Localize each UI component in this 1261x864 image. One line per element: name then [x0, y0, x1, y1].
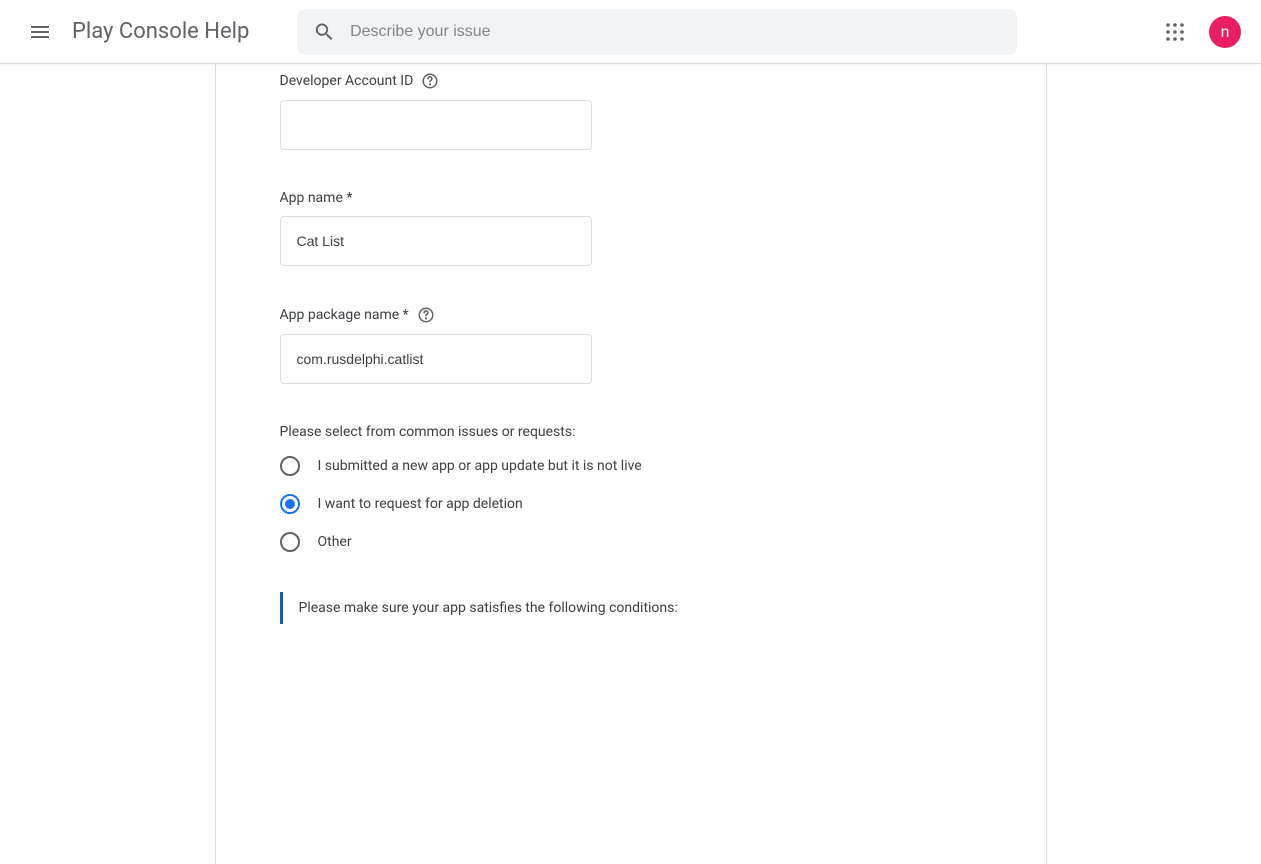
radio-label: I want to request for app deletion: [318, 496, 523, 512]
app-name-input[interactable]: [280, 216, 592, 266]
radio-icon: [280, 532, 300, 552]
app-package-name-help[interactable]: [417, 306, 435, 324]
issue-radio-option-0[interactable]: I submitted a new app or app update but …: [280, 456, 982, 476]
radio-icon: [280, 456, 300, 476]
app-name-label: App name *: [280, 190, 353, 206]
radio-label: Other: [318, 534, 352, 550]
product-title: Play Console Help: [72, 19, 249, 44]
google-apps-button[interactable]: [1155, 12, 1195, 52]
main-menu-button[interactable]: [16, 8, 64, 56]
search-container[interactable]: [297, 9, 1017, 55]
search-input[interactable]: [350, 23, 1001, 41]
developer-account-id-label: Developer Account ID: [280, 73, 414, 89]
developer-account-id-group: Developer Account ID: [280, 64, 982, 150]
issue-radio-option-1[interactable]: I want to request for app deletion: [280, 494, 982, 514]
apps-grid-icon: [1166, 23, 1184, 41]
app-package-name-label: App package name *: [280, 307, 409, 323]
app-package-name-input[interactable]: [280, 334, 592, 384]
account-avatar[interactable]: n: [1209, 16, 1241, 48]
radio-label: I submitted a new app or app update but …: [318, 458, 642, 474]
issue-select-group: Please select from common issues or requ…: [280, 424, 982, 552]
help-icon: [421, 72, 439, 90]
issue-radio-option-2[interactable]: Other: [280, 532, 982, 552]
conditions-info-box: Please make sure your app satisfies the …: [280, 592, 982, 624]
developer-account-id-help[interactable]: [421, 72, 439, 90]
help-icon: [417, 306, 435, 324]
search-icon: [313, 20, 336, 44]
page-header: Play Console Help n: [0, 0, 1261, 64]
radio-icon: [280, 494, 300, 514]
issue-select-prompt: Please select from common issues or requ…: [280, 424, 982, 440]
app-package-name-group: App package name *: [280, 306, 982, 384]
app-name-group: App name *: [280, 190, 982, 266]
conditions-info-text: Please make sure your app satisfies the …: [299, 600, 982, 616]
form-card: Developer Account ID App name * App pack…: [215, 64, 1047, 864]
hamburger-icon: [28, 20, 52, 44]
developer-account-id-input[interactable]: [280, 100, 592, 150]
